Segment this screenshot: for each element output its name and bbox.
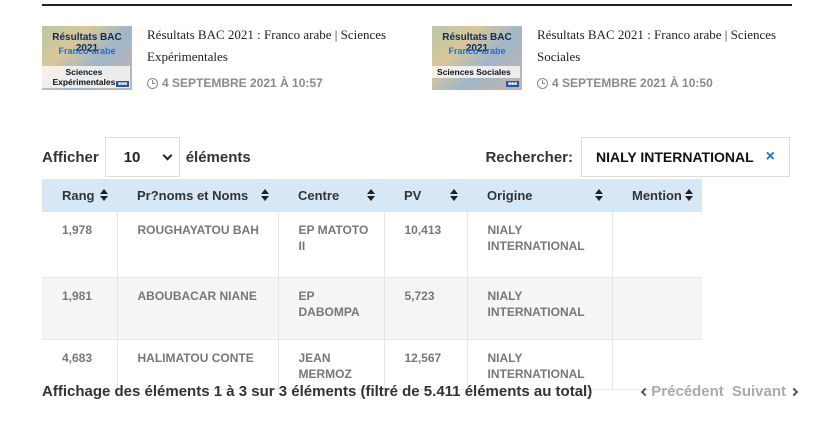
related-post-1[interactable]: Résultats BAC 2021 Franco-arabe Sciences… bbox=[42, 26, 397, 90]
date-text: 4 SEPTEMBRE 2021 À 10:57 bbox=[162, 76, 323, 90]
results-table: Rang Pr?noms et Noms Centre PV Origine M… bbox=[42, 179, 702, 390]
thumbnail-subtitle: Franco-arabe bbox=[448, 46, 506, 56]
search-label: Rechercher: bbox=[485, 148, 573, 166]
sort-icon bbox=[450, 189, 458, 202]
sort-icon bbox=[261, 189, 269, 202]
sort-icon bbox=[595, 189, 603, 202]
cell-pv: 10,413 bbox=[384, 212, 468, 277]
related-post-thumbnail[interactable]: Résultats BAC 2021 Franco-arabe Sciences… bbox=[42, 26, 132, 90]
page-length-control: Afficher 10 éléments bbox=[42, 137, 251, 177]
search-value: NIALY INTERNATIONAL bbox=[596, 149, 754, 165]
next-page-button[interactable]: Suivant bbox=[732, 383, 786, 400]
previous-page-button[interactable]: Précédent bbox=[651, 383, 724, 400]
column-header-rang[interactable]: Rang bbox=[42, 179, 117, 212]
page-length-value: 10 bbox=[123, 148, 141, 166]
related-post-2[interactable]: Résultats BAC 2021 Franco-arabe Sciences… bbox=[432, 26, 787, 90]
chevron-right-icon bbox=[789, 387, 799, 396]
table-row: 1,981 ABOUBACAR NIANE EP DABOMPA 5,723 N… bbox=[42, 277, 702, 339]
table-header-row: Rang Pr?noms et Noms Centre PV Origine M… bbox=[42, 179, 702, 212]
cell-origine: NIALY INTERNATIONAL bbox=[467, 277, 613, 339]
elements-label: éléments bbox=[185, 148, 251, 166]
table-info: Affichage des éléments 1 à 3 sur 3 éléme… bbox=[42, 383, 593, 400]
chevron-left-icon bbox=[641, 387, 650, 396]
cell-rang: 1,978 bbox=[42, 212, 118, 277]
related-post-date: 4 SEPTEMBRE 2021 À 10:57 bbox=[147, 76, 397, 90]
sort-icon bbox=[685, 189, 693, 202]
chevron-down-icon bbox=[162, 150, 173, 160]
top-divider bbox=[42, 4, 792, 6]
related-post-date: 4 SEPTEMBRE 2021 À 10:50 bbox=[537, 76, 787, 90]
cell-centre: EP MATOTO II bbox=[278, 212, 385, 277]
table-controls: Afficher 10 éléments Rechercher: NIALY I… bbox=[42, 137, 790, 177]
related-post-thumbnail[interactable]: Résultats BAC 2021 Franco-arabe Sciences… bbox=[432, 26, 522, 90]
related-post-title[interactable]: Résultats BAC 2021 : Franco arabe | Scie… bbox=[537, 24, 787, 68]
pagination: Précédent Suivant bbox=[641, 383, 799, 400]
cell-mention bbox=[612, 212, 702, 277]
cell-rang: 1,981 bbox=[42, 277, 118, 339]
related-post-title[interactable]: Résultats BAC 2021 : Franco arabe | Scie… bbox=[147, 24, 397, 68]
clock-icon bbox=[147, 77, 158, 89]
thumbnail-series: Sciences Sociales bbox=[432, 66, 520, 78]
column-header-mention[interactable]: Mention bbox=[612, 179, 702, 212]
cell-noms: ROUGHAYATOU BAH bbox=[117, 212, 279, 277]
thumbnail-logo: ■■■ bbox=[115, 81, 129, 87]
clear-search-icon[interactable]: × bbox=[766, 148, 775, 166]
column-header-pv[interactable]: PV bbox=[384, 179, 467, 212]
clock-icon bbox=[537, 77, 548, 89]
table-row: 1,978 ROUGHAYATOU BAH EP MATOTO II 10,41… bbox=[42, 212, 702, 277]
page-length-select[interactable]: 10 bbox=[104, 137, 180, 177]
thumbnail-logo: ■■■ bbox=[505, 81, 519, 87]
date-text: 4 SEPTEMBRE 2021 À 10:50 bbox=[552, 76, 713, 90]
cell-pv: 5,723 bbox=[384, 277, 468, 339]
search-input[interactable]: NIALY INTERNATIONAL × bbox=[581, 137, 790, 177]
cell-origine: NIALY INTERNATIONAL bbox=[467, 212, 613, 277]
column-header-centre[interactable]: Centre bbox=[278, 179, 384, 212]
sort-icon bbox=[100, 189, 108, 202]
table-footer: Affichage des éléments 1 à 3 sur 3 éléme… bbox=[42, 381, 799, 403]
thumbnail-subtitle: Franco-arabe bbox=[58, 46, 116, 56]
column-header-origine[interactable]: Origine bbox=[467, 179, 612, 212]
cell-centre: EP DABOMPA bbox=[278, 277, 385, 339]
cell-mention bbox=[612, 277, 702, 339]
show-label: Afficher bbox=[42, 148, 99, 166]
column-header-noms[interactable]: Pr?noms et Noms bbox=[117, 179, 278, 212]
search-control: Rechercher: NIALY INTERNATIONAL × bbox=[485, 137, 790, 177]
sort-icon bbox=[367, 189, 375, 202]
cell-noms: ABOUBACAR NIANE bbox=[117, 277, 279, 339]
